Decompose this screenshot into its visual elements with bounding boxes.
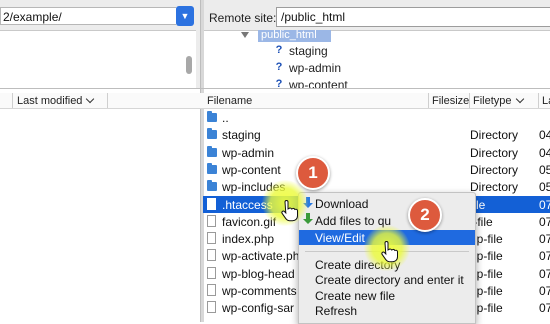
local-path-input[interactable]: 2/example/ [0,7,176,25]
file-name: index.php [222,232,275,246]
folder-icon [207,146,217,157]
file-name: wp-blog-head [222,267,295,281]
local-directory-tree[interactable] [0,30,196,89]
remote-directory-tree[interactable] [203,30,550,89]
file-last-modified: 05 [539,180,550,194]
tree-item-staging[interactable]: staging [289,44,328,58]
column-header-filename[interactable]: Filename [207,95,252,107]
file-row[interactable]: wp-content Directory 05 [203,161,550,178]
file-icon [207,215,216,227]
file-name: staging [222,128,261,142]
file-icon [207,249,216,261]
folder-icon [207,180,217,191]
tree-item-wp-admin[interactable]: wp-admin [289,61,341,75]
file-last-modified: 07 [539,215,550,229]
unknown-folder-icon: ? [275,44,283,56]
header-separator [107,93,108,108]
header-separator [469,93,470,108]
local-tree-scrollbar[interactable] [186,56,192,74]
folder-icon [207,111,217,122]
file-last-modified: 07 [539,198,550,212]
file-name: wp-admin [222,146,275,160]
pane-divider [0,88,550,89]
unknown-folder-icon: ? [275,61,283,73]
tree-item-public-html[interactable]: public_html [258,30,331,42]
local-path-dropdown-button[interactable]: ▼ [176,6,194,26]
file-icon [207,284,216,296]
column-header-last-modified-remote[interactable]: La [542,95,550,107]
file-type: Directory [470,128,519,142]
step-badge-1: 1 [296,156,330,190]
header-separator [428,93,429,108]
file-icon [207,232,216,244]
header-separator [538,93,539,108]
column-header-filetype-label: Filetype [473,95,512,107]
file-type: Directory [470,163,519,177]
file-icon [207,198,216,210]
menu-item-create-new-file[interactable]: Create new file [315,289,395,303]
file-row[interactable]: wp-admin Directory 04 [203,144,550,161]
file-last-modified: 07 [539,284,550,298]
file-name: wp-activate.ph [222,249,300,263]
local-file-list[interactable] [0,109,200,322]
folder-icon [207,128,217,139]
column-header-filetype[interactable]: Filetype [473,94,524,107]
file-name: wp-comments [222,284,297,298]
chevron-down-icon: ▼ [180,11,190,21]
menu-item-download[interactable]: Download [315,197,368,211]
tree-item-wp-content[interactable]: wp-content [289,78,348,88]
column-header-last-modified[interactable]: Last modified [17,94,95,107]
file-last-modified: 07 [539,249,550,263]
file-row[interactable]: .. [203,109,550,126]
file-last-modified: 07 [539,232,550,246]
hand-cursor-icon [280,200,298,225]
column-header-last-modified-label: Last modified [17,95,83,107]
file-row[interactable]: staging Directory 04 [203,126,550,143]
file-last-modified: 04 [539,146,550,160]
menu-item-refresh[interactable]: Refresh [315,304,357,318]
column-header-filesize[interactable]: Filesize [432,95,469,107]
file-name: .. [222,111,229,125]
file-name: wp-content [222,163,281,177]
tree-expand-arrow-icon[interactable] [241,32,249,38]
file-icon [207,301,216,313]
file-icon [207,267,216,279]
folder-icon [207,163,217,174]
file-type: Directory [470,146,519,160]
file-type: Directory [470,180,519,194]
remote-site-label: Remote site: [209,11,277,25]
hand-cursor-icon [380,241,398,266]
header-separator [12,93,13,108]
file-name: wp-config-sar [222,301,295,315]
sort-chevron-icon [86,94,95,104]
file-last-modified: 07 [539,301,550,315]
sort-chevron-icon [515,94,524,104]
file-last-modified: 05 [539,163,550,177]
step-badge-2: 2 [408,198,442,232]
menu-item-create-directory-enter[interactable]: Create directory and enter it [315,273,464,287]
remote-path-input[interactable]: /public_html [276,7,550,27]
file-last-modified: 04 [539,128,550,142]
menu-item-view-edit-label: View/Edit [315,231,365,245]
file-last-modified: 07 [539,267,550,281]
